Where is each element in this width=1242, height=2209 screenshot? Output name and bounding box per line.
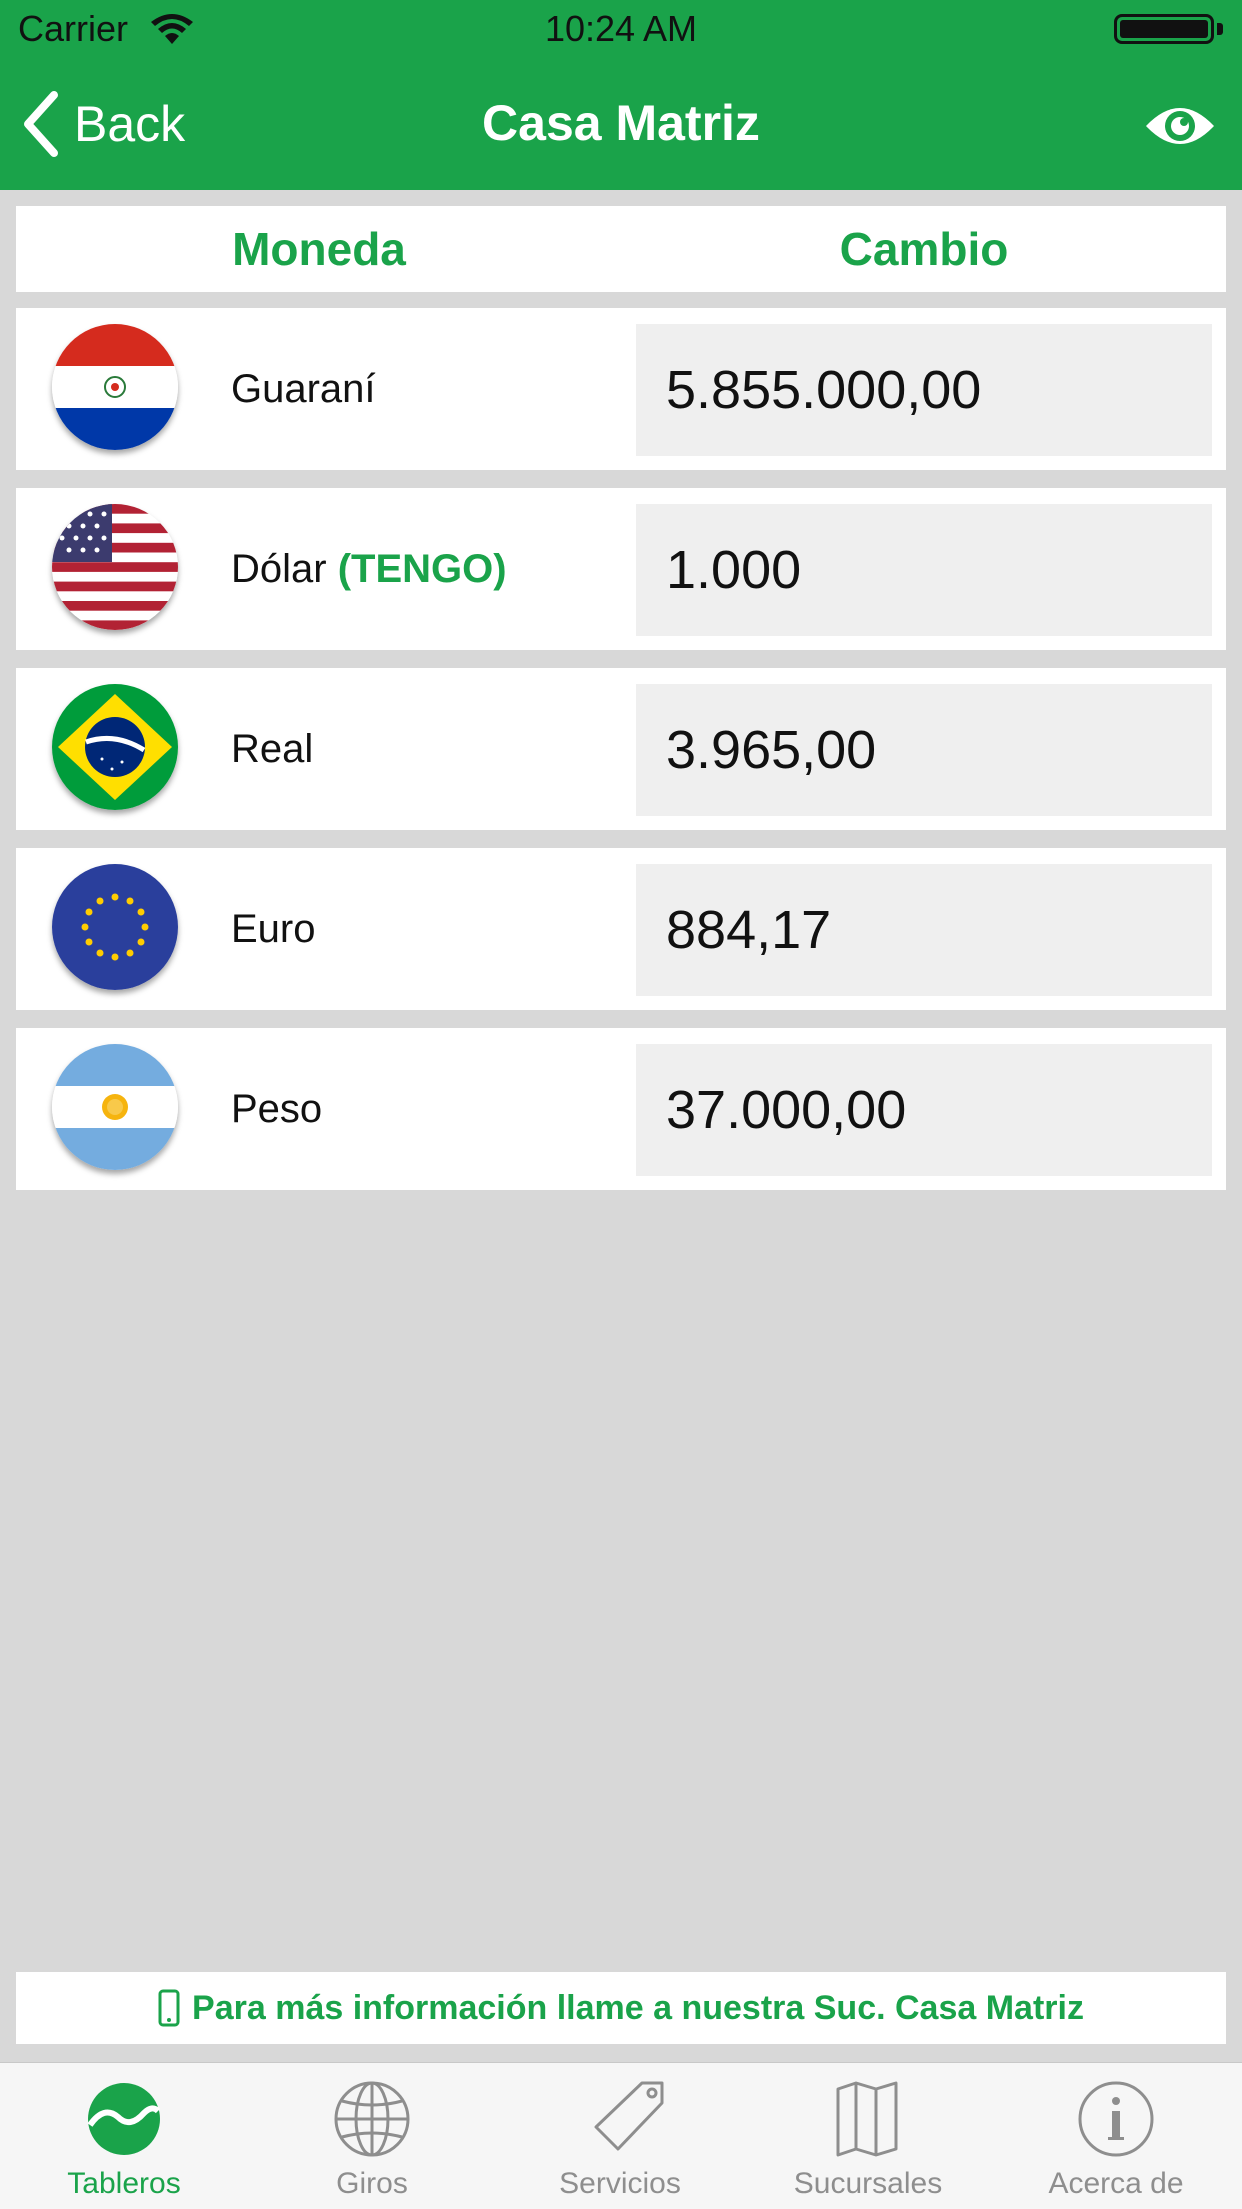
eu-flag-icon [52,864,178,990]
currency-name: Dólar (TENGO) [231,547,507,591]
tab-bar: Tableros Giros Servicios Sucursales Acer… [0,2062,1242,2209]
rate-value: 37.000,00 [666,1080,907,1140]
column-currency: Moneda [232,223,406,275]
column-header: Moneda Cambio [16,206,1226,292]
paraguay-flag-icon [52,324,178,450]
rate-value-box: 5.855.000,00 [636,324,1212,456]
currency-name: Euro [231,907,316,951]
tab-label: Acerca de [1048,2167,1184,2200]
rate-value: 5.855.000,00 [666,360,982,420]
usa-flag-icon [52,504,178,630]
rate-value-box: 884,17 [636,864,1212,996]
currency-tag: (TENGO) [337,547,507,591]
info-banner-text: Para más información llame a nuestra Suc… [192,1988,1084,2027]
eye-icon[interactable] [1144,96,1216,156]
tag-icon [594,2081,664,2151]
rate-value: 3.965,00 [666,720,877,780]
rate-value-box: 37.000,00 [636,1044,1212,1176]
rate-value: 1.000 [666,540,802,600]
currency-row: Peso 37.000,00 [16,1028,1226,1190]
rate-value-box: 1.000 [636,504,1212,636]
battery-icon [1114,14,1226,50]
currency-row: Dólar (TENGO) 1.000 [16,488,1226,650]
page-title: Casa Matriz [482,95,760,151]
tab-label: Tableros [67,2167,181,2200]
tab-acerca-de[interactable]: Acerca de [992,2063,1240,2209]
currency-row: Guaraní 5.855.000,00 [16,308,1226,470]
tab-label: Giros [336,2167,408,2200]
rate-value: 884,17 [666,900,832,960]
tab-tableros[interactable]: Tableros [0,2063,248,2209]
dashboard-icon [87,2083,161,2155]
status-time: 10:24 AM [544,8,698,49]
tab-giros[interactable]: Giros [248,2063,496,2209]
info-icon [1078,2081,1154,2157]
status-bar: Carrier 10:24 AM [0,0,1242,62]
tab-label: Sucursales [793,2167,943,2200]
tab-servicios[interactable]: Servicios [496,2063,744,2209]
argentina-flag-icon [52,1044,178,1170]
tab-sucursales[interactable]: Sucursales [744,2063,992,2209]
phone-icon [158,1989,180,2027]
map-icon [836,2081,898,2157]
rate-value-box: 3.965,00 [636,684,1212,816]
tab-label: Servicios [559,2167,681,2200]
currency-name: Guaraní [231,367,376,411]
currency-row: Real 3.965,00 [16,668,1226,830]
currency-name: Peso [231,1087,323,1131]
info-banner[interactable]: Para más información llame a nuestra Suc… [16,1972,1226,2044]
brazil-flag-icon [52,684,178,810]
navigation-header: Carrier 10:24 AM Back Casa Matriz [0,0,1242,190]
globe-icon [334,2081,410,2157]
column-rate: Cambio [839,223,1009,275]
currency-row: Euro 884,17 [16,848,1226,1010]
currency-name: Real [231,727,314,771]
